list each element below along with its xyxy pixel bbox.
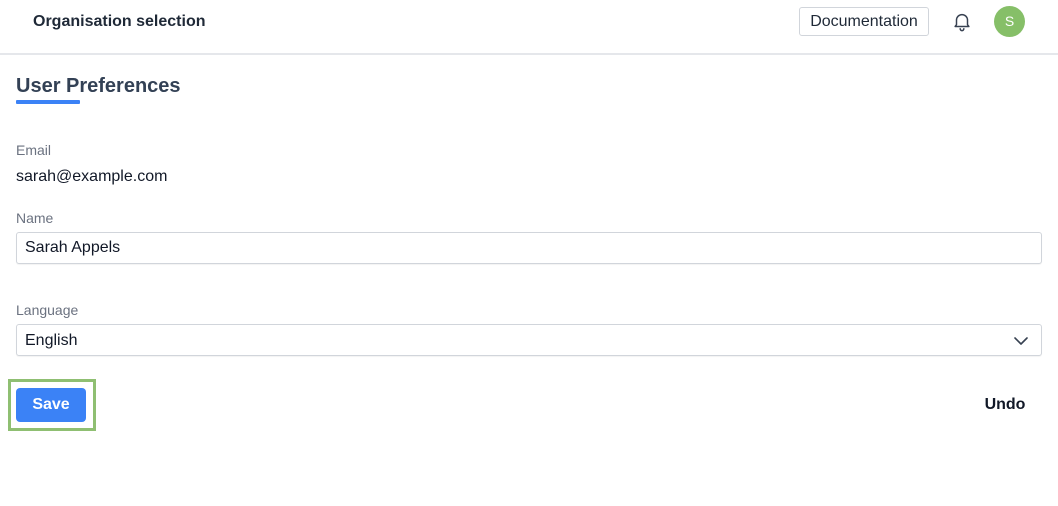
page-title: User Preferences: [16, 75, 181, 97]
avatar[interactable]: S: [994, 6, 1025, 37]
language-select[interactable]: English: [16, 324, 1042, 356]
organisation-selection[interactable]: Organisation selection: [33, 12, 205, 32]
name-label: Name: [16, 210, 54, 226]
undo-button[interactable]: Undo: [975, 395, 1035, 415]
title-underline: [16, 100, 80, 104]
email-value: sarah@example.com: [16, 168, 168, 185]
email-label: Email: [16, 142, 52, 158]
name-input[interactable]: [16, 232, 1042, 264]
save-button[interactable]: Save: [16, 388, 86, 422]
documentation-button[interactable]: Documentation: [799, 7, 929, 36]
bell-icon[interactable]: [951, 10, 973, 32]
top-navigation-bar: Organisation selection Documentation S: [0, 0, 1058, 55]
language-label: Language: [16, 302, 79, 318]
chevron-down-icon: [1013, 333, 1029, 349]
language-selected-value: English: [25, 332, 78, 349]
